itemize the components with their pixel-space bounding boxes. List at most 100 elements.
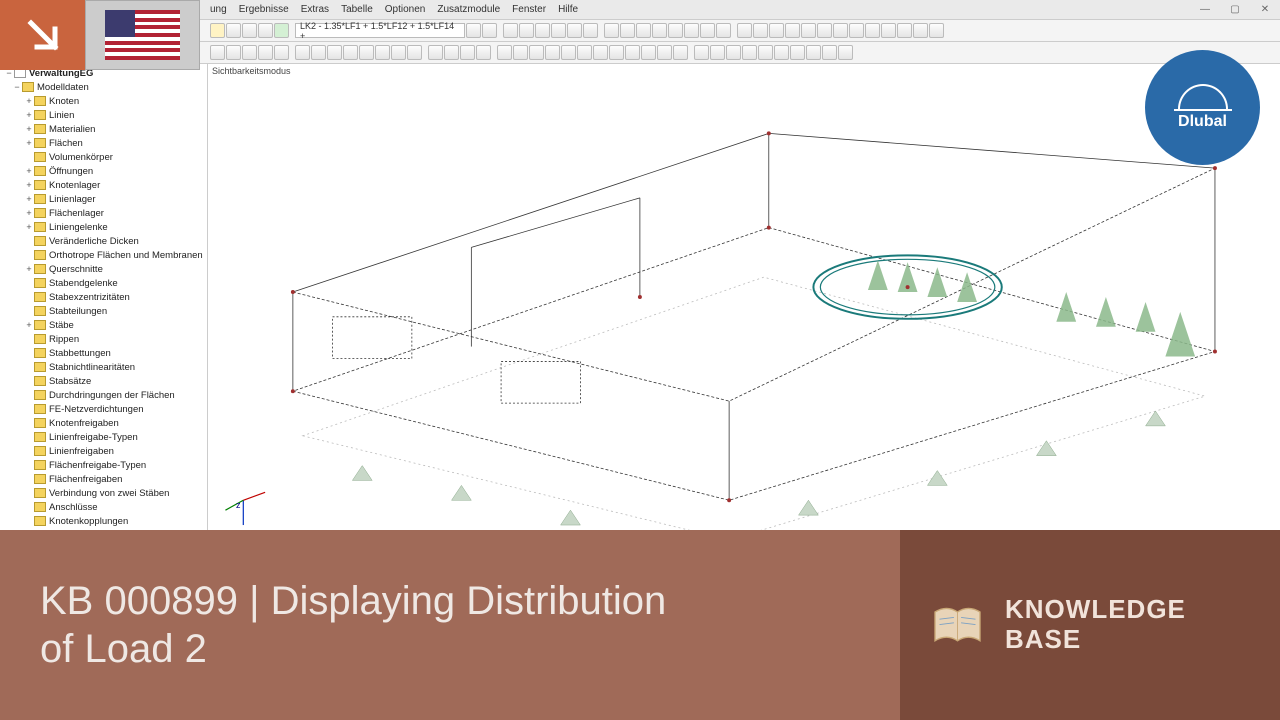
tree-item[interactable]: Stabexzentrizitäten bbox=[49, 292, 130, 303]
tool-button[interactable] bbox=[274, 23, 289, 38]
tool-button[interactable] bbox=[625, 45, 640, 60]
menu-item[interactable]: Extras bbox=[301, 4, 329, 15]
tree-item[interactable]: Knotenfreigaben bbox=[49, 418, 119, 429]
tool-button[interactable] bbox=[407, 45, 422, 60]
tool-button[interactable] bbox=[897, 23, 912, 38]
menu-item[interactable]: Fenster bbox=[512, 4, 546, 15]
tree-item[interactable]: Linienfreigabe-Typen bbox=[49, 432, 138, 443]
tool-button[interactable] bbox=[694, 45, 709, 60]
tool-button[interactable] bbox=[545, 45, 560, 60]
close-button[interactable]: ✕ bbox=[1250, 0, 1280, 18]
tool-button[interactable] bbox=[849, 23, 864, 38]
tree-item[interactable]: Querschnitte bbox=[49, 264, 103, 275]
tool-button[interactable] bbox=[929, 23, 944, 38]
tool-button[interactable] bbox=[460, 45, 475, 60]
tool-button[interactable] bbox=[838, 45, 853, 60]
tool-button[interactable] bbox=[620, 23, 635, 38]
tree-item[interactable]: Veränderliche Dicken bbox=[49, 236, 139, 247]
tree-item[interactable]: Stabnichtlinearitäten bbox=[49, 362, 135, 373]
tool-button[interactable] bbox=[210, 23, 225, 38]
tool-button[interactable] bbox=[295, 45, 310, 60]
tree-item[interactable]: Flächenfreigabe-Typen bbox=[49, 460, 146, 471]
tree-item[interactable]: Orthotrope Flächen und Membranen bbox=[49, 250, 203, 261]
tree-item[interactable]: Durchdringungen der Flächen bbox=[49, 390, 175, 401]
tool-button[interactable] bbox=[519, 23, 534, 38]
tool-button[interactable] bbox=[806, 45, 821, 60]
tree-item[interactable]: Rippen bbox=[49, 334, 79, 345]
tree-item[interactable]: Stabsätze bbox=[49, 376, 91, 387]
navigator-tree[interactable]: −VerwaltungEG −Modelldaten +Knoten +Lini… bbox=[0, 64, 208, 530]
tree-item[interactable]: Knotenkopplungen bbox=[49, 516, 128, 527]
tool-button[interactable] bbox=[567, 23, 582, 38]
tool-button[interactable] bbox=[700, 23, 715, 38]
tool-button[interactable] bbox=[833, 23, 848, 38]
tool-button[interactable] bbox=[785, 23, 800, 38]
menu-item[interactable]: Zusatzmodule bbox=[437, 4, 500, 15]
tool-button[interactable] bbox=[668, 23, 683, 38]
tool-button[interactable] bbox=[476, 45, 491, 60]
tree-item[interactable]: Stabendgelenke bbox=[49, 278, 118, 289]
tool-button[interactable] bbox=[604, 23, 619, 38]
tree-item[interactable]: Flächen bbox=[49, 138, 83, 149]
tool-button[interactable] bbox=[226, 45, 241, 60]
tool-button[interactable] bbox=[790, 45, 805, 60]
tool-button[interactable] bbox=[652, 23, 667, 38]
tool-button[interactable] bbox=[913, 23, 928, 38]
tree-item[interactable]: Stäbe bbox=[49, 320, 74, 331]
tool-button[interactable] bbox=[258, 45, 273, 60]
tool-button[interactable] bbox=[817, 23, 832, 38]
tool-button[interactable] bbox=[561, 45, 576, 60]
tool-button[interactable] bbox=[726, 45, 741, 60]
tool-button[interactable] bbox=[758, 45, 773, 60]
tool-button[interactable] bbox=[375, 45, 390, 60]
tool-button[interactable] bbox=[881, 23, 896, 38]
tool-button[interactable] bbox=[716, 23, 731, 38]
tool-button[interactable] bbox=[737, 23, 752, 38]
tree-item[interactable]: Öffnungen bbox=[49, 166, 93, 177]
tree-item[interactable]: Linienlager bbox=[49, 194, 95, 205]
tool-button[interactable] bbox=[242, 45, 257, 60]
tree-item[interactable]: Linien bbox=[49, 110, 74, 121]
tree-item[interactable]: Knotenlager bbox=[49, 180, 100, 191]
tool-button[interactable] bbox=[673, 45, 688, 60]
tool-button[interactable] bbox=[865, 23, 880, 38]
tool-button[interactable] bbox=[466, 23, 481, 38]
tool-button[interactable] bbox=[311, 45, 326, 60]
tool-button[interactable] bbox=[274, 45, 289, 60]
tool-button[interactable] bbox=[242, 23, 257, 38]
tool-button[interactable] bbox=[359, 45, 374, 60]
menu-item[interactable]: ung bbox=[210, 4, 227, 15]
tree-item[interactable]: FE-Netzverdichtungen bbox=[49, 404, 144, 415]
tool-button[interactable] bbox=[684, 23, 699, 38]
tree-item[interactable]: Liniengelenke bbox=[49, 222, 108, 233]
tool-button[interactable] bbox=[535, 23, 550, 38]
menu-item[interactable]: Ergebnisse bbox=[239, 4, 289, 15]
model-viewport[interactable]: Sichtbarkeitsmodus bbox=[208, 64, 1280, 530]
tool-button[interactable] bbox=[769, 23, 784, 38]
tool-button[interactable] bbox=[226, 23, 241, 38]
tool-button[interactable] bbox=[583, 23, 598, 38]
tool-button[interactable] bbox=[742, 45, 757, 60]
tool-button[interactable] bbox=[497, 45, 512, 60]
tool-button[interactable] bbox=[210, 45, 225, 60]
tool-button[interactable] bbox=[577, 45, 592, 60]
tree-item[interactable]: Volumenkörper bbox=[49, 152, 113, 163]
tool-button[interactable] bbox=[529, 45, 544, 60]
minimize-button[interactable]: — bbox=[1190, 0, 1220, 18]
tool-button[interactable] bbox=[391, 45, 406, 60]
tool-button[interactable] bbox=[641, 45, 656, 60]
tool-button[interactable] bbox=[774, 45, 789, 60]
tool-button[interactable] bbox=[343, 45, 358, 60]
menu-item[interactable]: Hilfe bbox=[558, 4, 578, 15]
tool-button[interactable] bbox=[801, 23, 816, 38]
tool-button[interactable] bbox=[513, 45, 528, 60]
tree-item[interactable]: Flächenfreigaben bbox=[49, 474, 122, 485]
tool-button[interactable] bbox=[753, 23, 768, 38]
tree-item[interactable]: Modelldaten bbox=[37, 82, 89, 93]
tool-button[interactable] bbox=[258, 23, 273, 38]
tool-button[interactable] bbox=[327, 45, 342, 60]
maximize-button[interactable]: ▢ bbox=[1220, 0, 1250, 18]
tree-item[interactable]: Knoten bbox=[49, 96, 79, 107]
tool-button[interactable] bbox=[551, 23, 566, 38]
tool-button[interactable] bbox=[444, 45, 459, 60]
